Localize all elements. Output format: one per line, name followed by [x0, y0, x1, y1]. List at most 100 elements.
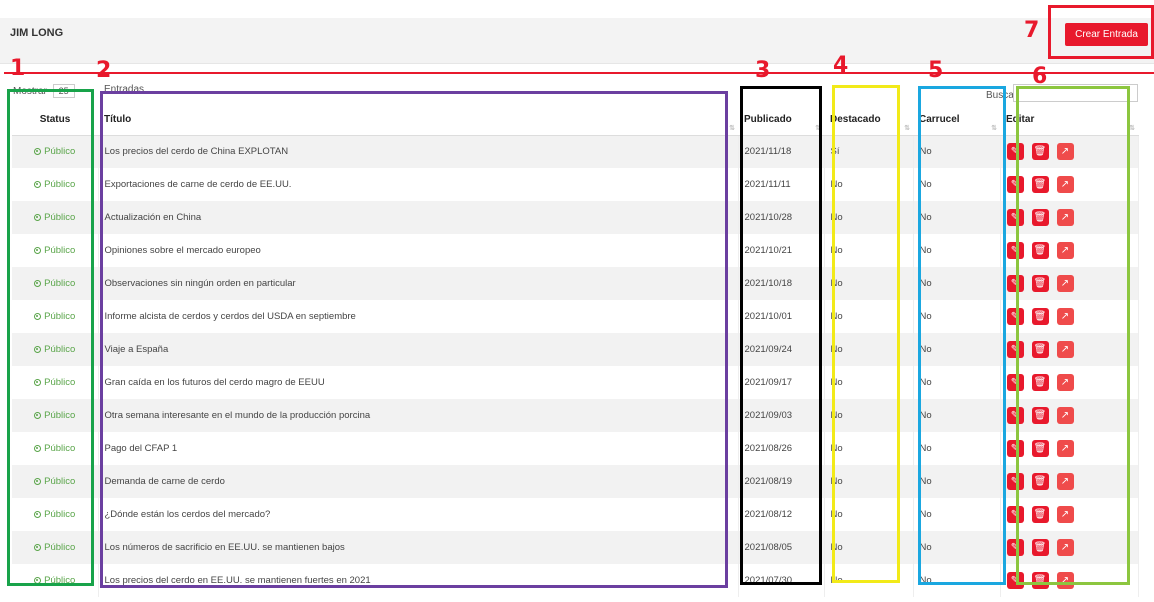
title-cell[interactable]: Observaciones sin ningún orden en partic…: [98, 267, 739, 300]
carousel-cell: No: [913, 366, 1001, 399]
entries-label: Entradas: [104, 84, 145, 95]
carousel-cell: No: [913, 399, 1001, 432]
title-cell[interactable]: Los precios del cerdo en EE.UU. se manti…: [98, 564, 739, 597]
trash-icon[interactable]: 🗑: [1031, 242, 1049, 259]
edit-icon[interactable]: ✎: [1006, 473, 1024, 490]
title-cell[interactable]: Gran caída en los futuros del cerdo magr…: [98, 366, 739, 399]
trash-icon[interactable]: 🗑: [1031, 209, 1049, 226]
external-edit-icon[interactable]: ↗: [1056, 506, 1074, 523]
title-cell[interactable]: Actualización en China: [98, 201, 739, 234]
featured-cell: No: [824, 564, 914, 597]
status-cell: Público: [12, 366, 99, 399]
actions-cell: ✎ 🗑 ↗: [1000, 234, 1139, 267]
trash-icon[interactable]: 🗑: [1031, 374, 1049, 391]
edit-icon[interactable]: ✎: [1006, 143, 1024, 161]
table-row: Público Opiniones sobre el mercado europe…: [12, 234, 1139, 267]
title-cell[interactable]: Los precios del cerdo de China EXPLOTAN: [98, 135, 739, 168]
external-edit-icon[interactable]: ↗: [1056, 176, 1074, 193]
external-edit-icon[interactable]: ↗: [1056, 242, 1074, 259]
external-edit-icon[interactable]: ↗: [1056, 572, 1074, 589]
external-edit-icon[interactable]: ↗: [1056, 308, 1074, 325]
circle-dot-icon: [34, 213, 42, 221]
actions-cell: ✎ 🗑 ↗: [1000, 366, 1139, 399]
status-cell: Público: [12, 465, 99, 498]
edit-icon[interactable]: ✎: [1006, 209, 1024, 226]
actions-cell: ✎ 🗑 ↗: [1000, 399, 1139, 432]
external-edit-icon[interactable]: ↗: [1056, 209, 1074, 226]
edit-icon[interactable]: ✎: [1006, 308, 1024, 325]
edit-icon[interactable]: ✎: [1006, 275, 1024, 292]
published-cell: 2021/08/26: [738, 432, 825, 465]
title-cell[interactable]: ¿Dónde están los cerdos del mercado?: [98, 498, 739, 531]
title-cell[interactable]: Los números de sacrificio en EE.UU. se m…: [98, 531, 739, 564]
trash-icon[interactable]: 🗑: [1031, 440, 1049, 457]
external-edit-icon[interactable]: ↗: [1056, 440, 1074, 457]
sort-icon: ⇅: [815, 124, 821, 132]
trash-icon[interactable]: 🗑: [1031, 473, 1049, 490]
create-entry-button[interactable]: Crear Entrada: [1065, 23, 1148, 46]
trash-icon[interactable]: 🗑: [1031, 275, 1049, 292]
table-row: Público Los números de sacrificio en EE.U…: [12, 531, 1139, 564]
table-row: Público Actualización en China 2021/10/28 N…: [12, 201, 1139, 234]
external-edit-icon[interactable]: ↗: [1056, 275, 1074, 292]
trash-icon[interactable]: 🗑: [1031, 539, 1049, 556]
featured-cell: No: [824, 366, 914, 399]
sort-icon: ⇅: [904, 124, 910, 132]
sort-icon: ⇅: [1129, 124, 1135, 132]
column-header-carousel[interactable]: Carrucel ⇅: [913, 104, 1000, 136]
trash-icon[interactable]: 🗑: [1031, 572, 1049, 589]
external-edit-icon[interactable]: ↗: [1056, 341, 1074, 358]
annotation-number-4: 4: [833, 53, 849, 78]
edit-icon[interactable]: ✎: [1006, 407, 1024, 424]
edit-icon[interactable]: ✎: [1006, 242, 1024, 259]
edit-icon[interactable]: ✎: [1006, 176, 1024, 193]
edit-icon[interactable]: ✎: [1006, 374, 1024, 391]
carousel-cell: No: [913, 333, 1001, 366]
title-cell[interactable]: Demanda de carne de cerdo: [98, 465, 739, 498]
status-cell: Público: [12, 564, 99, 597]
table-row: Público Observaciones sin ningún orden en…: [12, 267, 1139, 300]
title-cell[interactable]: Viaje a España: [98, 333, 739, 366]
trash-icon[interactable]: 🗑: [1031, 506, 1049, 523]
status-badge: Público: [34, 377, 75, 388]
title-cell[interactable]: Exportaciones de carne de cerdo de EE.UU…: [98, 168, 739, 201]
trash-icon[interactable]: 🗑: [1031, 143, 1049, 161]
edit-icon[interactable]: ✎: [1006, 572, 1024, 589]
published-cell: 2021/10/18: [738, 267, 825, 300]
external-edit-icon[interactable]: ↗: [1056, 539, 1074, 556]
annotation-number-6: 6: [1032, 64, 1048, 89]
circle-dot-icon: [34, 510, 42, 518]
featured-cell: No: [824, 333, 914, 366]
featured-cell: No: [824, 201, 914, 234]
circle-dot-icon: [34, 147, 42, 155]
edit-icon[interactable]: ✎: [1006, 506, 1024, 523]
edit-icon[interactable]: ✎: [1006, 341, 1024, 358]
column-header-edit[interactable]: Editar ⇅: [1000, 104, 1138, 136]
featured-cell: No: [824, 234, 914, 267]
published-cell: 2021/10/21: [738, 234, 825, 267]
external-edit-icon[interactable]: ↗: [1056, 407, 1074, 424]
table-row: Público Los precios del cerdo en EE.UU. s…: [12, 564, 1139, 597]
external-edit-icon[interactable]: ↗: [1056, 143, 1074, 161]
trash-icon[interactable]: 🗑: [1031, 341, 1049, 358]
circle-dot-icon: [34, 576, 42, 584]
external-edit-icon[interactable]: ↗: [1056, 374, 1074, 391]
trash-icon[interactable]: 🗑: [1031, 407, 1049, 424]
title-cell[interactable]: Informe alcista de cerdos y cerdos del U…: [98, 300, 739, 333]
actions-cell: ✎ 🗑 ↗: [1000, 465, 1139, 498]
column-header-featured[interactable]: Destacado ⇅: [824, 104, 913, 136]
column-header-title[interactable]: Título ⇅: [98, 104, 738, 136]
annotation-number-3: 3: [755, 58, 771, 83]
title-cell[interactable]: Opiniones sobre el mercado europeo: [98, 234, 739, 267]
title-cell[interactable]: Pago del CFAP 1: [98, 432, 739, 465]
column-header-published[interactable]: Publicado ⇅: [738, 104, 824, 136]
page-size-select[interactable]: 25: [52, 84, 75, 98]
edit-icon[interactable]: ✎: [1006, 539, 1024, 556]
external-edit-icon[interactable]: ↗: [1056, 473, 1074, 490]
title-cell[interactable]: Otra semana interesante en el mundo de l…: [98, 399, 739, 432]
trash-icon[interactable]: 🗑: [1031, 176, 1049, 193]
column-header-status[interactable]: Status: [12, 104, 98, 136]
edit-icon[interactable]: ✎: [1006, 440, 1024, 457]
trash-icon[interactable]: 🗑: [1031, 308, 1049, 325]
carousel-cell: No: [913, 267, 1001, 300]
